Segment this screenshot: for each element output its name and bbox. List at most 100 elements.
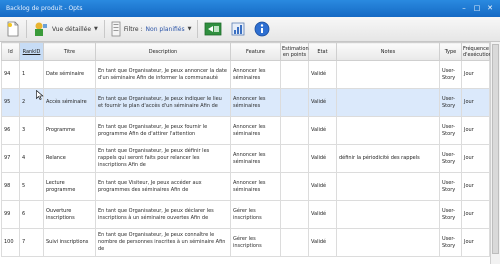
cell-estimation xyxy=(280,60,309,89)
cell-feature: Gérer les inscriptions xyxy=(230,228,281,257)
info-button[interactable] xyxy=(252,19,272,39)
cell-estimation xyxy=(280,116,309,145)
cell-frequency: Jour xyxy=(461,88,490,117)
toolbar-separator xyxy=(103,20,105,38)
cell-state: Validé xyxy=(308,88,337,117)
export-button[interactable] xyxy=(202,19,224,39)
column-header-estimation[interactable]: Estimation en points xyxy=(280,42,309,61)
cell-id: 99 xyxy=(1,200,20,229)
filter-label: Filtre : xyxy=(123,25,143,33)
cell-rank: 4 xyxy=(19,144,44,173)
cell-frequency: Jour xyxy=(461,144,490,173)
filter-icon xyxy=(111,21,121,37)
table-row[interactable]: 96 3 Programme En tant que Organisateur,… xyxy=(1,116,490,145)
filter-value: Non planifiés xyxy=(145,25,185,33)
column-header-id[interactable]: Id xyxy=(1,42,20,61)
maximize-button[interactable]: □ xyxy=(473,4,481,12)
export-icon xyxy=(205,22,222,36)
backlog-table: Id RankID Titre Description Feature Esti… xyxy=(1,42,492,257)
minimize-button[interactable]: – xyxy=(460,4,468,12)
toolbar-separator xyxy=(26,20,27,38)
column-header-title[interactable]: Titre xyxy=(43,42,96,61)
cell-feature: Annoncer les séminaires xyxy=(230,116,281,145)
cell-notes xyxy=(336,116,440,145)
cell-estimation xyxy=(280,200,309,229)
cell-title: Lecture programme xyxy=(43,172,96,201)
cell-notes xyxy=(336,228,440,257)
cell-estimation xyxy=(280,228,309,257)
cell-notes xyxy=(336,88,440,117)
cell-state: Validé xyxy=(308,172,337,201)
cell-state: Validé xyxy=(308,200,337,229)
cell-rank: 1 xyxy=(19,60,44,89)
cell-notes xyxy=(336,172,440,201)
cell-notes xyxy=(336,200,440,229)
cell-id: 100 xyxy=(1,228,20,257)
cell-state: Validé xyxy=(308,144,337,173)
cell-estimation xyxy=(280,172,309,201)
cell-title: Date séminaire xyxy=(43,60,96,89)
cell-rank: 3 xyxy=(19,116,44,145)
cell-type: User-Story xyxy=(439,144,462,173)
view-label: Vue détaillée xyxy=(52,25,92,33)
cell-frequency: Jour xyxy=(461,200,490,229)
column-header-description[interactable]: Description xyxy=(95,42,231,61)
cell-rank: 7 xyxy=(19,228,44,257)
cell-feature: Annoncer les séminaires xyxy=(230,60,281,89)
cell-description: En tant que Organisateur, Je peux connaî… xyxy=(95,228,231,257)
cell-notes xyxy=(336,60,440,89)
table-row[interactable]: 95 2 Accès séminaire En tant que Organis… xyxy=(1,88,490,117)
cell-type: User-Story xyxy=(439,228,462,257)
cell-description: En tant que Organisateur, Je peux annonc… xyxy=(95,60,231,89)
column-header-rankid[interactable]: RankID xyxy=(19,42,44,61)
stats-icon xyxy=(232,22,245,36)
cell-type: User-Story xyxy=(439,172,462,201)
table-row[interactable]: 94 1 Date séminaire En tant que Organisa… xyxy=(1,60,490,89)
window-controls: – □ ✕ xyxy=(460,4,494,12)
vertical-scrollbar[interactable] xyxy=(490,42,500,264)
cell-title: Relance xyxy=(43,144,96,173)
cell-state: Validé xyxy=(308,228,337,257)
toolbar-separator xyxy=(197,20,199,38)
scrollbar-thumb[interactable] xyxy=(492,44,499,254)
chevron-down-icon: ▼ xyxy=(187,26,192,32)
cell-state: Validé xyxy=(308,116,337,145)
cell-type: User-Story xyxy=(439,116,462,145)
filter-selector[interactable]: Filtre : Non planifiés ▼ xyxy=(109,19,194,39)
cell-id: 95 xyxy=(1,88,20,117)
table-row[interactable]: 97 4 Relance En tant que Organisateur, J… xyxy=(1,144,490,173)
cell-frequency: Jour xyxy=(461,60,490,89)
cell-title: Accès séminaire xyxy=(43,88,96,117)
cell-description: En tant que Organisateur, Je peux défini… xyxy=(95,144,231,173)
table-row[interactable]: 99 6 Ouverture inscriptions En tant que … xyxy=(1,200,490,229)
cell-rank: 5 xyxy=(19,172,44,201)
mouse-cursor-icon xyxy=(36,90,44,100)
cell-feature: Annoncer les séminaires xyxy=(230,172,281,201)
column-header-frequency[interactable]: Fréquence d'exécution xyxy=(461,42,492,61)
table-row[interactable]: 98 5 Lecture programme En tant que Visit… xyxy=(1,172,490,201)
cell-type: User-Story xyxy=(439,200,462,229)
cell-id: 97 xyxy=(1,144,20,173)
cell-title: Suivi inscriptions xyxy=(43,228,96,257)
table-header: Id RankID Titre Description Feature Esti… xyxy=(1,42,492,61)
cell-description: En tant que Organisateur, Je peux indiqu… xyxy=(95,88,231,117)
cell-description: En tant que Organisateur, Je peux fourni… xyxy=(95,116,231,145)
cell-title: Ouverture inscriptions xyxy=(43,200,96,229)
table-row[interactable]: 100 7 Suivi inscriptions En tant que Org… xyxy=(1,228,490,257)
cell-title: Programme xyxy=(43,116,96,145)
column-header-state[interactable]: Etat xyxy=(308,42,337,61)
view-icon xyxy=(35,22,47,36)
cell-description: En tant que Visiteur, Je peux accéder au… xyxy=(95,172,231,201)
view-selector[interactable]: Vue détaillée ▼ xyxy=(31,19,100,39)
cell-frequency: Jour xyxy=(461,116,490,145)
cell-frequency: Jour xyxy=(461,172,490,201)
chevron-down-icon: ▼ xyxy=(94,26,98,32)
close-button[interactable]: ✕ xyxy=(486,4,494,12)
column-header-type[interactable]: Type xyxy=(439,42,462,61)
cell-feature: Gérer les inscriptions xyxy=(230,200,281,229)
cell-id: 98 xyxy=(1,172,20,201)
column-header-notes[interactable]: Notes xyxy=(336,42,440,61)
column-header-feature[interactable]: Feature xyxy=(230,42,281,61)
new-item-button[interactable] xyxy=(4,19,22,39)
stats-button[interactable] xyxy=(228,19,248,39)
